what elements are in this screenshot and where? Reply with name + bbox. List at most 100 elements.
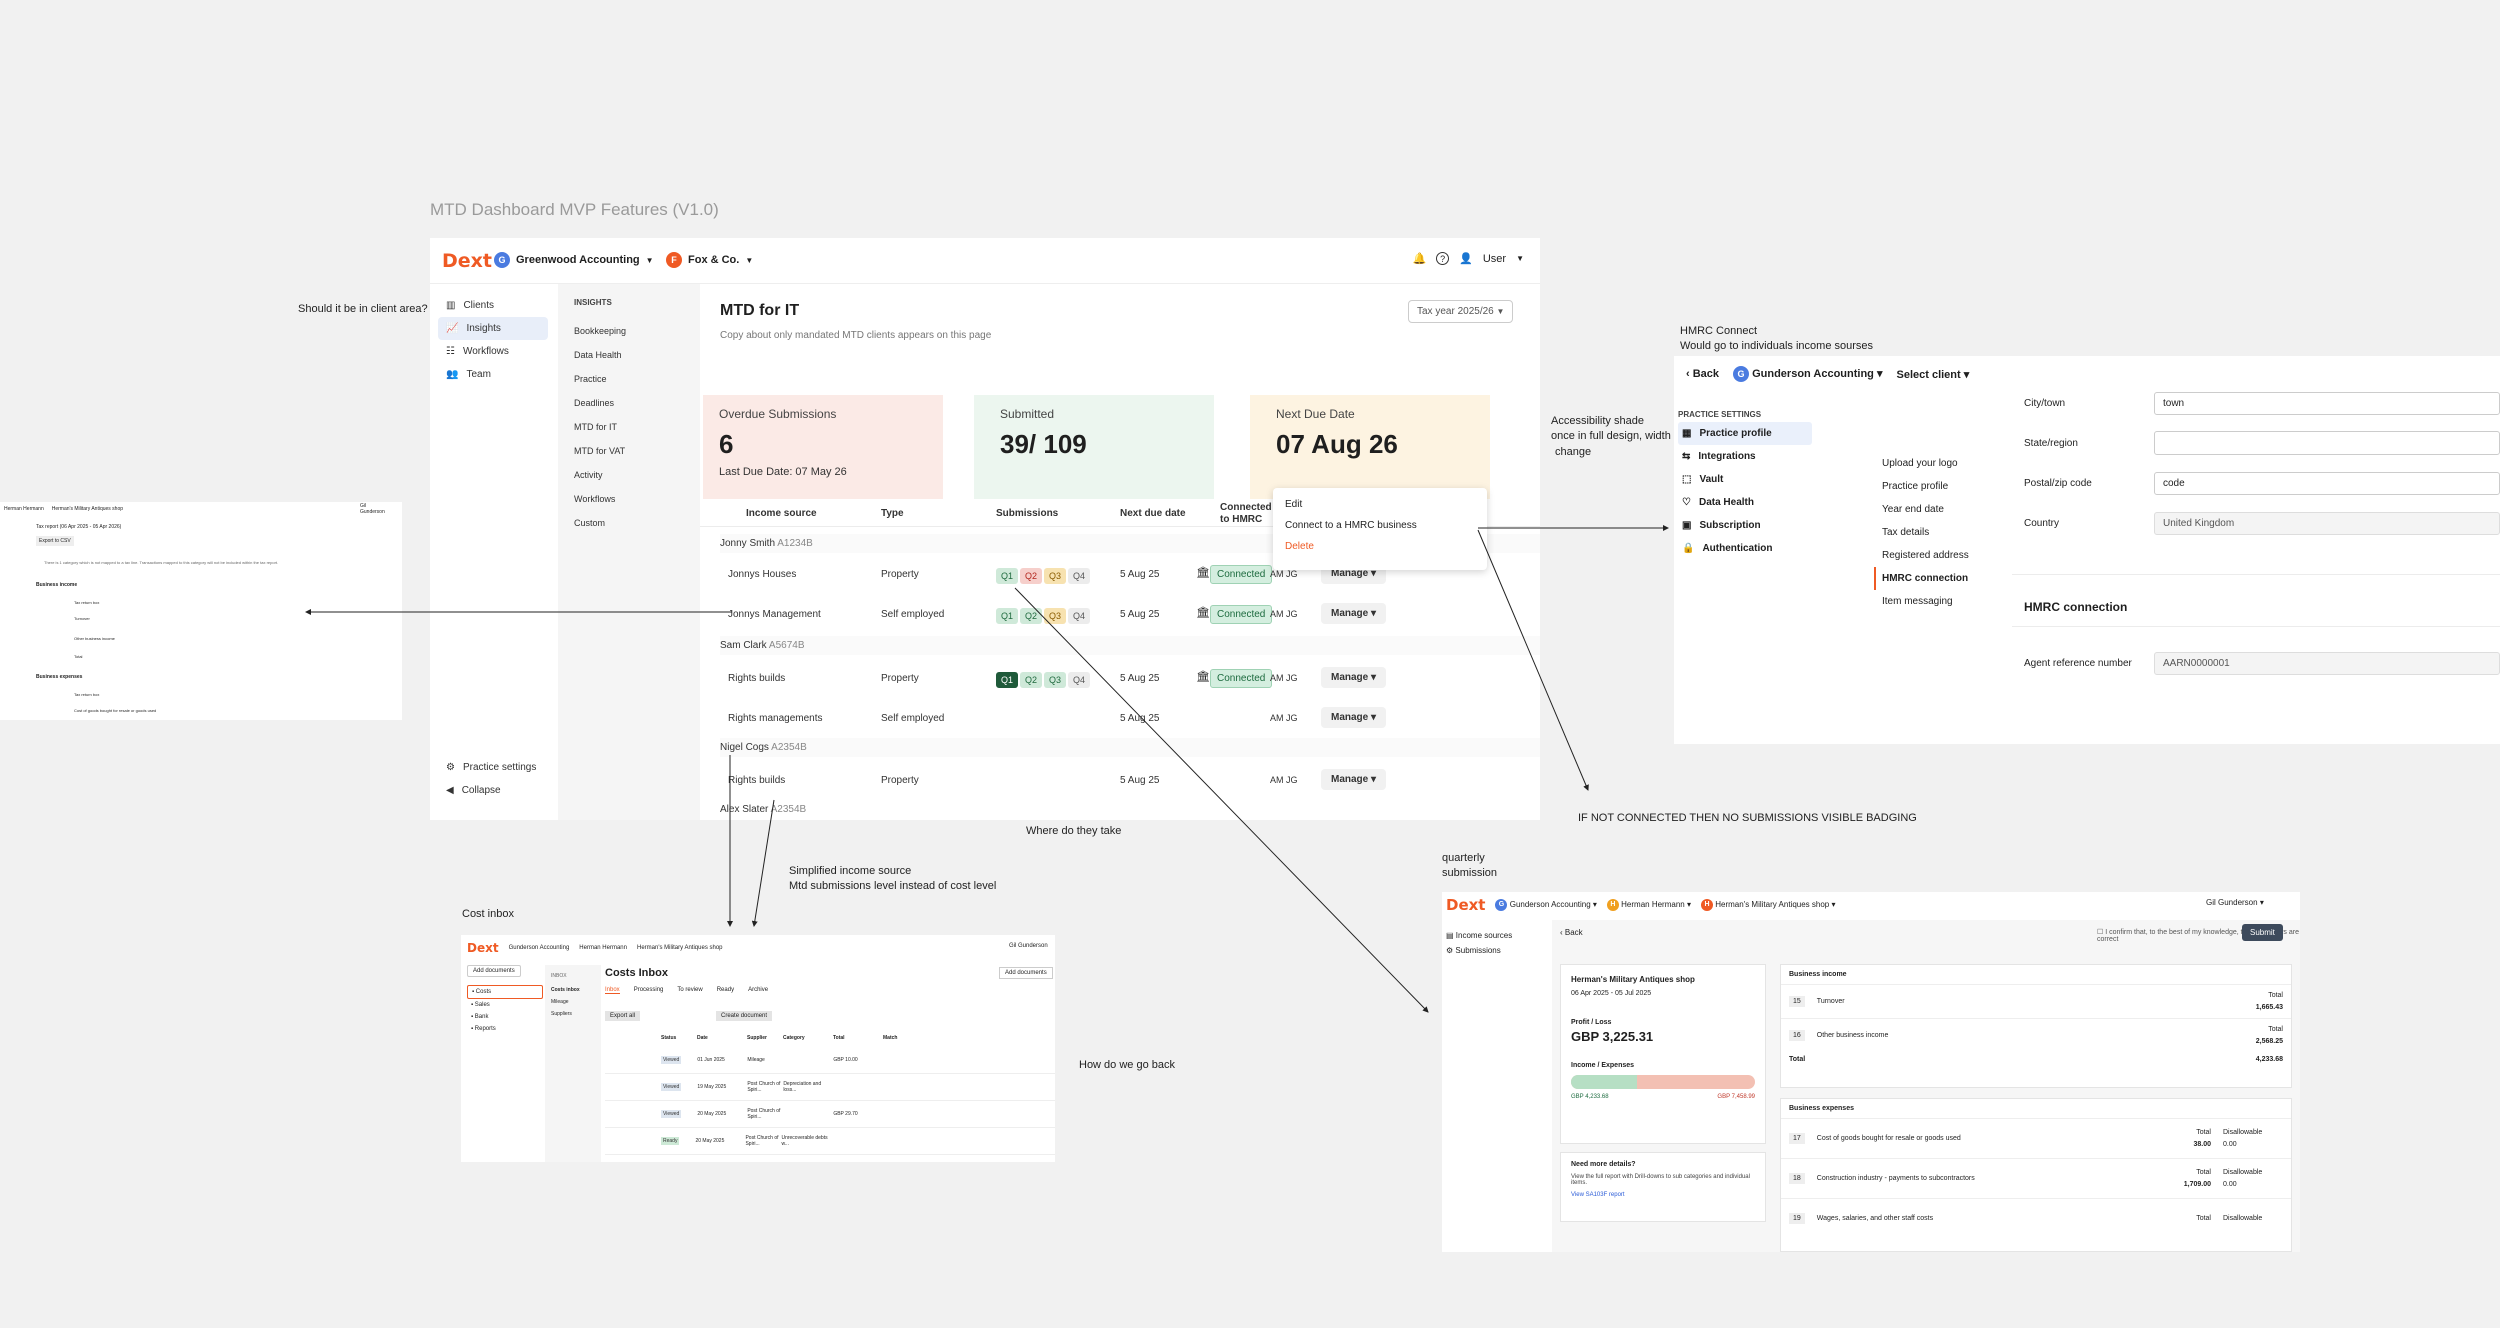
table-row[interactable]: Viewed 20 May 2025 Post Church of Spiri...… [605, 1101, 1055, 1128]
chevron-down-icon[interactable]: ▼ [1516, 254, 1524, 263]
dext-logo[interactable]: Dext [467, 941, 499, 955]
manage-button[interactable]: Manage ▾ [1321, 769, 1387, 790]
settings-submenu-item[interactable]: Registered address [1874, 544, 1974, 567]
settings-menu-item[interactable]: ⇆ Integrations [1678, 445, 1812, 468]
insights-item[interactable]: Practice [574, 367, 700, 391]
income-source[interactable]: Rights builds [728, 673, 785, 684]
state-input[interactable] [2154, 431, 2500, 455]
q1-badge[interactable]: Q1 [996, 568, 1019, 584]
user-menu[interactable]: Gil Gunderson [360, 503, 385, 515]
settings-menu-item[interactable]: ▣ Subscription [1678, 514, 1812, 537]
income-source[interactable]: Jonnys Houses [728, 569, 796, 580]
settings-submenu-item[interactable]: Tax details [1874, 521, 1974, 544]
org-switcher[interactable]: G Greenwood Accounting ▼ [494, 252, 654, 268]
menu-edit[interactable]: Edit [1273, 494, 1487, 515]
insights-item[interactable]: Bookkeeping [574, 319, 700, 343]
dext-logo[interactable]: Dext [1446, 896, 1485, 914]
insights-item[interactable]: Workflows [574, 487, 700, 511]
settings-submenu-item[interactable]: Year end date [1874, 498, 1974, 521]
table-row[interactable]: Rights builds Property 5 Aug 25 AM JG Ma… [700, 766, 1540, 796]
export-csv-button[interactable]: Export to CSV [36, 536, 74, 546]
back-button[interactable]: ‹ Back [1560, 928, 1583, 937]
select-client[interactable]: Select client ▾ [1896, 368, 1969, 381]
person-switcher[interactable]: H Herman Hermann ▾ [1606, 899, 1691, 911]
insights-item[interactable]: MTD for IT [574, 415, 700, 439]
client-switcher[interactable]: H Herman's Military Antiques shop ▾ [1700, 899, 1836, 911]
cost-tab[interactable]: Inbox [605, 987, 620, 994]
table-row[interactable]: Ready 20 May 2025 Post Church of Spiri... U… [605, 1128, 1055, 1155]
back-button[interactable]: ‹ Back [1686, 368, 1719, 380]
q4-badge[interactable]: Q4 [1068, 568, 1091, 584]
q1-badge[interactable]: Q1 [996, 608, 1019, 624]
nav-clients[interactable]: ▥ Clients [438, 294, 548, 317]
settings-submenu-item[interactable]: Item messaging [1874, 590, 1974, 613]
cost-cell-category[interactable]: Unrecoverable debts w... [781, 1135, 831, 1147]
bell-icon[interactable]: 🔔 [1412, 252, 1426, 265]
cost-nav-item[interactable]: ▪ Reports [467, 1023, 543, 1035]
cost-subnav-item[interactable]: Costs inbox [551, 984, 595, 996]
overdue-card[interactable]: Overdue Submissions 6 Last Due Date: 07 … [703, 395, 943, 499]
insights-item[interactable]: Activity [574, 463, 700, 487]
q2-badge[interactable]: Q2 [1020, 568, 1043, 584]
income-source[interactable]: Jonnys Management [728, 609, 821, 620]
settings-menu-item[interactable]: 🔒 Authentication [1678, 537, 1812, 560]
cost-tab[interactable]: Processing [634, 987, 664, 994]
add-documents-button[interactable]: Add documents [999, 967, 1053, 979]
settings-menu-item[interactable]: ▦ Practice profile [1678, 422, 1812, 445]
submitted-card[interactable]: Submitted 39/ 109 [974, 395, 1214, 499]
insights-item[interactable]: MTD for VAT [574, 439, 700, 463]
manage-button[interactable]: Manage ▾ [1321, 603, 1387, 624]
cost-subnav-item[interactable]: Suppliers [551, 1008, 595, 1020]
menu-delete[interactable]: Delete [1273, 536, 1487, 557]
cost-cell-category[interactable]: Depreciation and loss... [783, 1081, 833, 1093]
q2-badge[interactable]: Q2 [1020, 608, 1043, 624]
settings-menu-item[interactable]: ♡ Data Health [1678, 491, 1812, 514]
manage-button[interactable]: Manage ▾ [1321, 667, 1387, 688]
user-menu[interactable]: Gil Gunderson ▾ [2206, 898, 2264, 907]
settings-menu-item[interactable]: ⬚ Vault [1678, 468, 1812, 491]
cost-tab[interactable]: Ready [717, 987, 734, 994]
q3-badge[interactable]: Q3 [1044, 608, 1067, 624]
org-switcher[interactable]: G Gunderson Accounting ▾ [1495, 899, 1597, 911]
cost-tab[interactable]: To review [677, 987, 702, 994]
user-menu[interactable]: User [1483, 253, 1506, 265]
country-input[interactable]: United Kingdom [2154, 511, 2500, 535]
submit-button[interactable]: Submit [2242, 924, 2283, 941]
table-row[interactable]: Jonnys Management Self employed Q1 Q2 Q3 Q4… [700, 600, 1540, 630]
person-name[interactable]: Herman Hermann [579, 945, 627, 951]
income-source[interactable]: Rights builds [728, 775, 785, 786]
q3-badge[interactable]: Q3 [1044, 568, 1067, 584]
q4-badge[interactable]: Q4 [1068, 608, 1091, 624]
table-row[interactable]: Viewed 01 Jun 2025 Mileage GBP 10.00 [605, 1047, 1055, 1074]
tax-year-select[interactable]: Tax year 2025/26 ▼ [1408, 300, 1514, 323]
create-document-button[interactable]: Create document [716, 1011, 773, 1021]
q4-badge[interactable]: Q4 [1068, 672, 1091, 688]
nav-submissions[interactable]: ⚙ Submissions [1444, 943, 1514, 958]
city-input[interactable]: town [2154, 391, 2500, 415]
insights-item[interactable]: Deadlines [574, 391, 700, 415]
q3-badge[interactable]: Q3 [1044, 672, 1067, 688]
insights-item[interactable]: Data Health [574, 343, 700, 367]
org-switcher[interactable]: G Gunderson Accounting ▾ [1733, 366, 1882, 382]
q2-badge[interactable]: Q2 [1020, 672, 1043, 688]
cost-nav-item[interactable]: ▪ Bank [467, 1011, 543, 1023]
postal-input[interactable]: code [2154, 471, 2500, 495]
settings-submenu-item[interactable]: Practice profile [1874, 475, 1974, 498]
help-icon[interactable]: ? [1436, 252, 1450, 265]
client-name[interactable]: Herman's Military Antiques shop [52, 506, 123, 512]
nav-income-sources[interactable]: ▤ Income sources [1444, 928, 1514, 943]
sa103f-report-link[interactable]: View SA103F report [1571, 1192, 1755, 1198]
cost-nav-item[interactable]: ▪ Costs [467, 985, 543, 999]
nav-team[interactable]: 👥 Team [438, 363, 548, 386]
org-name[interactable]: Herman Hermann [4, 506, 44, 512]
cost-tab[interactable]: Archive [748, 987, 768, 994]
agent-ref-input[interactable]: AARN0000001 [2154, 652, 2500, 675]
cost-nav-item[interactable]: ▪ Sales [467, 999, 543, 1011]
menu-connect-hmrc[interactable]: Connect to a HMRC business [1273, 515, 1487, 536]
nav-practice-settings[interactable]: ⚙ Practice settings [438, 756, 548, 779]
table-row[interactable]: Rights builds Property Q1 Q2 Q3 Q4 5 Aug 25… [700, 664, 1540, 694]
export-all-button[interactable]: Export all [605, 1011, 641, 1021]
nav-insights[interactable]: 📈 Insights [438, 317, 548, 340]
next-due-card[interactable]: Next Due Date 07 Aug 26 [1250, 395, 1490, 499]
client-switcher[interactable]: F Fox & Co. ▼ [666, 252, 753, 268]
